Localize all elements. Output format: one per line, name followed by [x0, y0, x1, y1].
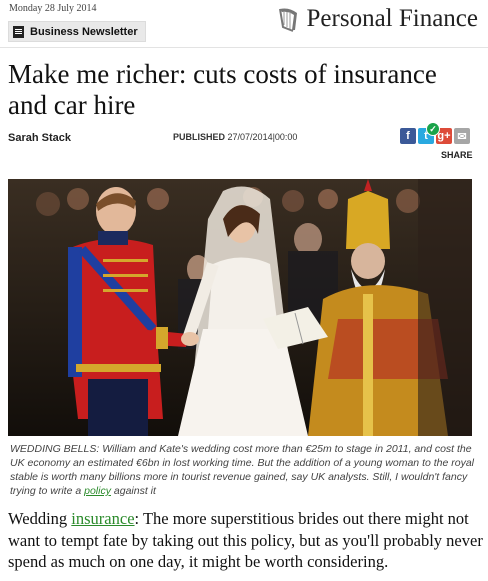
- header-divider: [0, 47, 488, 48]
- published-info: PUBLISHED 27/07/2014|00:00: [173, 132, 297, 142]
- article-body-paragraph: Wedding insurance: The more superstitiou…: [8, 508, 484, 573]
- newsletter-icon: [13, 25, 24, 38]
- body-text-lead: Wedding: [8, 509, 72, 528]
- newsletter-label: Business Newsletter: [30, 25, 138, 38]
- email-icon[interactable]: ✉: [454, 128, 470, 144]
- business-newsletter-button[interactable]: Business Newsletter: [8, 21, 146, 42]
- facebook-icon[interactable]: f: [400, 128, 416, 144]
- caption-text: WEDDING BELLS: William and Kate's weddin…: [10, 443, 475, 497]
- harp-logo-icon: [278, 8, 297, 32]
- author-link[interactable]: Sarah Stack: [8, 132, 71, 144]
- section-title: Personal Finance: [306, 5, 478, 32]
- published-date: 27/07/2014|00:00: [227, 132, 298, 142]
- caption-text-end: against it: [110, 485, 156, 497]
- published-label: PUBLISHED: [173, 132, 226, 142]
- article-headline: Make me richer: cuts costs of insurance …: [8, 59, 437, 120]
- share-label: SHARE: [441, 150, 473, 160]
- article-photo: [8, 179, 472, 436]
- checkmark-icon: ✓: [426, 122, 440, 136]
- caption-policy-link[interactable]: policy: [84, 485, 111, 497]
- section-header: Personal Finance: [275, 5, 478, 33]
- photo-caption: WEDDING BELLS: William and Kate's weddin…: [10, 442, 474, 498]
- insurance-link[interactable]: insurance: [71, 509, 134, 528]
- edition-date: Monday 28 July 2014: [9, 3, 97, 14]
